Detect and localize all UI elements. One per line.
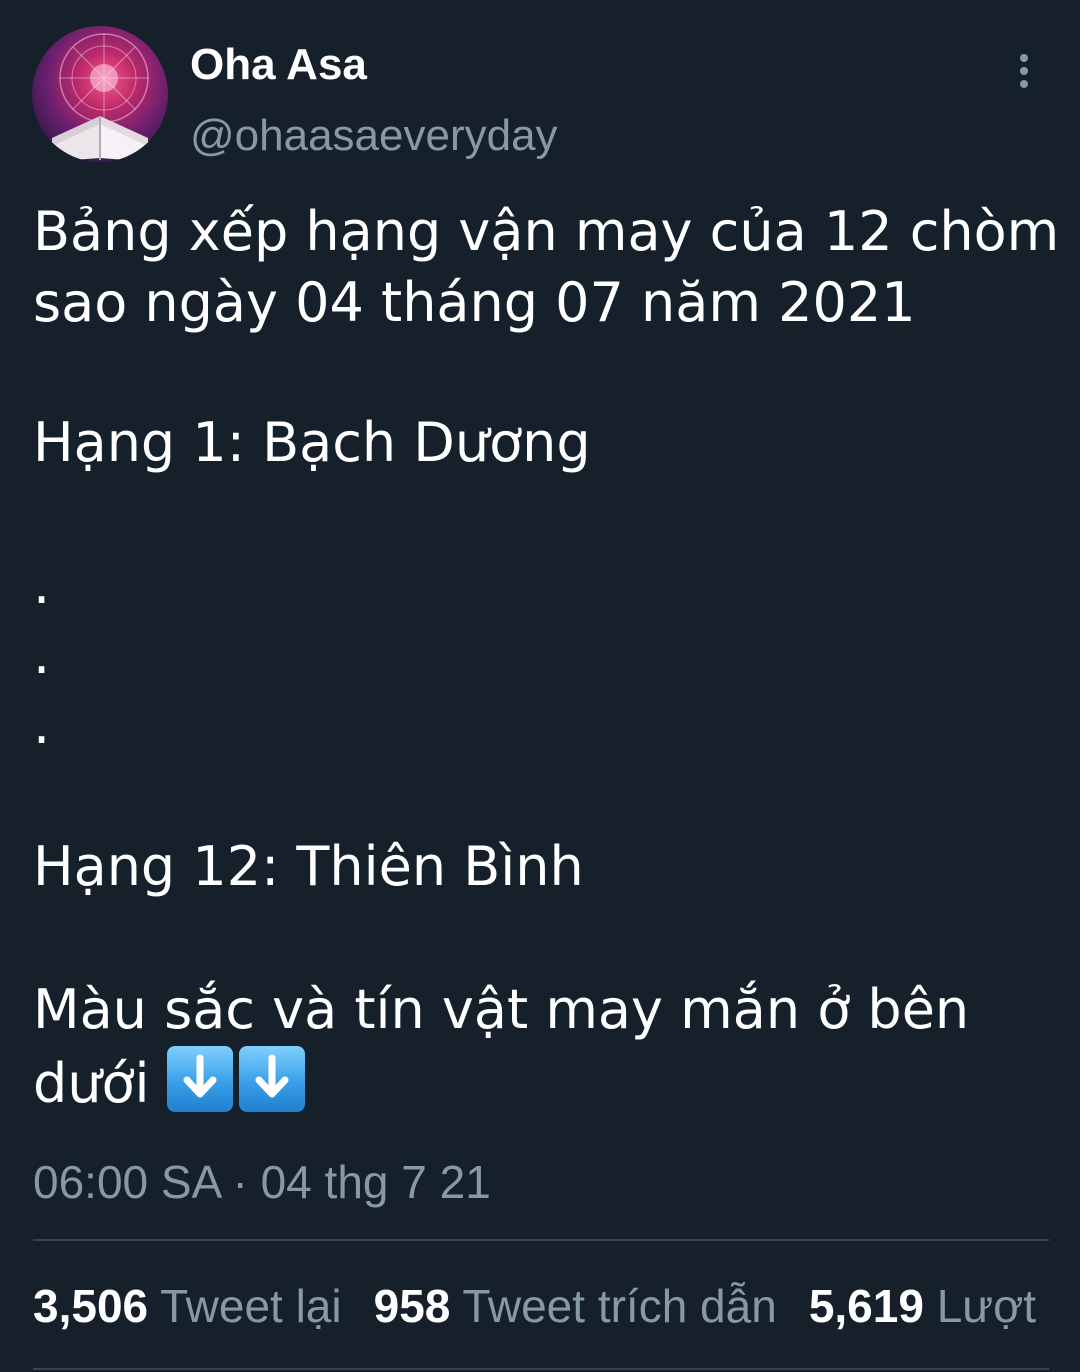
tweet-text-line: Bảng xếp hạng vận may của 12 chòm [33,200,1060,263]
retweets-label: Tweet lại [160,1280,342,1332]
more-dot [1020,80,1028,88]
likes-stat[interactable]: 5,619 Lượt [809,1280,1036,1332]
arrow-down-icon [166,1046,233,1112]
more-dot [1020,67,1028,75]
tweet-text-line: . [33,623,51,686]
more-dot [1020,54,1028,62]
quote-tweets-stat[interactable]: 958 Tweet trích dẫn [374,1280,777,1332]
likes-label: Lượt [936,1280,1037,1332]
tweet-text-line: sao ngày 04 tháng 07 năm 2021 [33,271,916,334]
tweet-text-line: Hạng 1: Bạch Dương [33,411,591,474]
tweet-text-word: dưới [33,1052,150,1115]
divider [33,1368,1049,1370]
quotes-count: 958 [373,1280,451,1332]
tweet-stats: 3,506 Tweet lại 958 Tweet trích dẫn 5,619 … [33,1274,1080,1338]
tweet-text-line-with-emoji: dưới [33,1046,311,1119]
likes-count: 5,619 [808,1280,924,1332]
tweet-text-line: Hạng 12: Thiên Bình [33,835,584,898]
retweets-count: 3,506 [33,1280,149,1332]
avatar[interactable] [32,26,168,162]
tweet-text-line: Màu sắc và tín vật may mắn ở bên [33,978,970,1041]
more-options-icon[interactable] [1004,48,1044,94]
display-name[interactable]: Oha Asa [190,38,367,92]
tweet-timestamp[interactable]: 06:00 SA · 04 thg 7 21 [33,1152,491,1212]
tweet-text-line: . [33,553,51,616]
tweet-text-line: . [33,693,51,756]
retweets-stat[interactable]: 3,506 Tweet lại [33,1280,342,1332]
tweet-header: Oha Asa @ohaasaeveryday [0,0,1080,180]
divider [33,1239,1049,1241]
quotes-label: Tweet trích dẫn [462,1280,777,1332]
arrow-down-icon [238,1046,305,1112]
user-handle[interactable]: @ohaasaeveryday [190,108,558,164]
zodiac-book-icon [46,33,154,162]
